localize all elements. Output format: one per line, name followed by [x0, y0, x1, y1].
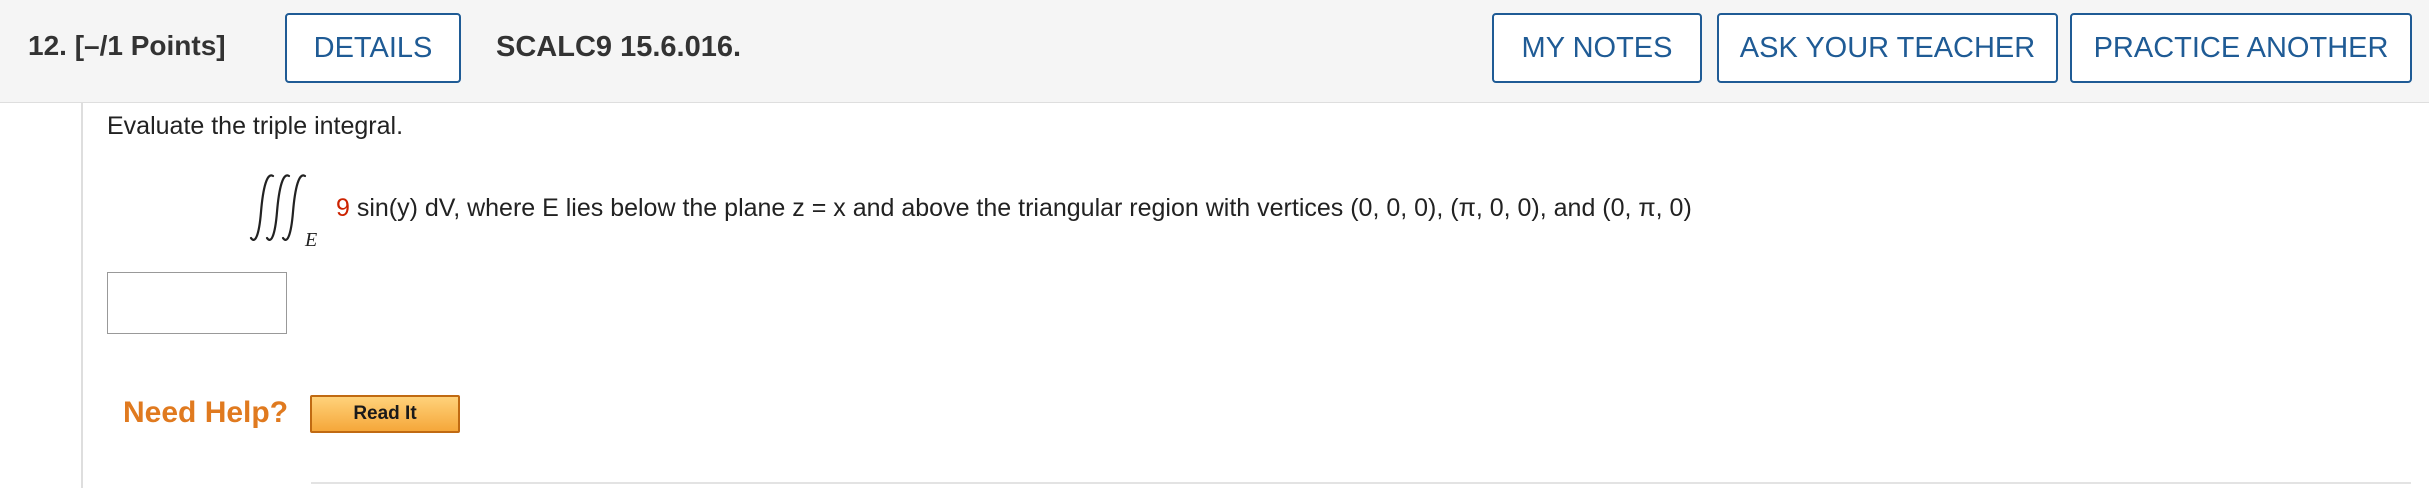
integrand-description: sin(y) dV, where E lies below the plane …	[349, 194, 1692, 222]
integrand-coefficient: 9	[336, 194, 350, 222]
integral-expression: 9 sin(y) dV, where E lies below the plan…	[336, 194, 1692, 223]
triple-integral-symbol: E	[249, 174, 317, 251]
ask-your-teacher-button[interactable]: ASK YOUR TEACHER	[1717, 13, 2058, 83]
question-header: 12. [–/1 Points] DETAILS SCALC9 15.6.016…	[0, 0, 2429, 103]
practice-another-button[interactable]: PRACTICE ANOTHER	[2070, 13, 2412, 83]
need-help-label: Need Help?	[123, 396, 289, 429]
integral-region-label: E	[304, 229, 317, 251]
question-points-label: 12. [–/1 Points]	[28, 30, 226, 61]
read-it-button[interactable]: Read It	[310, 395, 460, 433]
my-notes-button[interactable]: MY NOTES	[1492, 13, 1702, 83]
problem-code: SCALC9 15.6.016.	[496, 31, 742, 63]
divider	[311, 482, 2411, 484]
answer-input[interactable]	[107, 272, 287, 334]
question-prompt: Evaluate the triple integral.	[107, 112, 404, 140]
details-button[interactable]: DETAILS	[285, 13, 461, 83]
